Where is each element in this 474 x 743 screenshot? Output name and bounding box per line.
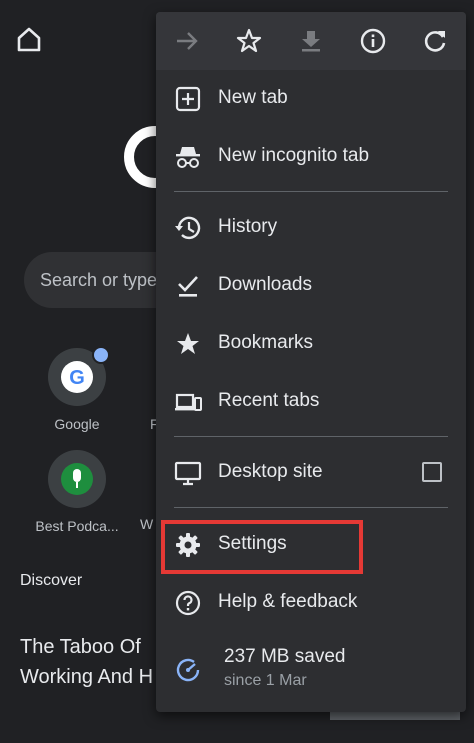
help-icon	[175, 590, 201, 616]
menu-item-label: New incognito tab	[218, 145, 370, 166]
menu-item-help-feedback[interactable]: Help & feedback	[156, 574, 466, 632]
shortcut-label-partial: W	[140, 516, 154, 532]
menu-item-downloads[interactable]: Downloads	[156, 257, 466, 315]
info-icon[interactable]	[358, 26, 388, 56]
menu-item-label: New tab	[218, 87, 288, 108]
menu-item-history[interactable]: History	[156, 199, 466, 257]
browser-menu: New tab New incognito tab History Downlo…	[156, 12, 466, 712]
history-icon	[175, 216, 201, 240]
menu-item-label: Recent tabs	[218, 390, 320, 411]
data-saved-amount: 237 MB saved	[224, 646, 346, 667]
shortcut-google[interactable]: G Google	[27, 346, 127, 432]
menu-divider	[174, 507, 448, 508]
refresh-icon[interactable]	[420, 26, 450, 56]
svg-text:G: G	[69, 367, 85, 389]
google-shortcut-icon: G	[48, 346, 110, 406]
forward-icon[interactable]	[172, 26, 202, 56]
verified-badge-icon	[92, 346, 110, 364]
bookmarks-icon	[177, 333, 199, 354]
menu-item-bookmarks[interactable]: Bookmarks	[156, 315, 466, 373]
menu-divider	[174, 191, 448, 192]
shortcut-podcasts[interactable]: Best Podca...	[27, 450, 127, 534]
download-icon[interactable]	[296, 26, 326, 56]
recent-tabs-icon	[175, 393, 202, 411]
menu-item-label: Downloads	[218, 274, 312, 295]
menu-item-label: Help & feedback	[218, 591, 358, 612]
incognito-icon	[176, 147, 200, 168]
data-saved-since: since 1 Mar	[224, 672, 307, 689]
home-icon[interactable]	[14, 24, 44, 54]
menu-item-recent-tabs[interactable]: Recent tabs	[156, 373, 466, 431]
desktop-site-checkbox[interactable]	[422, 462, 442, 482]
menu-toolbar	[156, 12, 466, 70]
desktop-icon	[174, 461, 202, 486]
discover-heading: Discover	[20, 572, 83, 589]
menu-item-label: Desktop site	[218, 461, 323, 482]
new-tab-icon	[175, 86, 201, 112]
search-placeholder: Search or type	[40, 270, 158, 290]
menu-item-data-saver[interactable]: 237 MB saved since 1 Mar	[156, 636, 466, 700]
downloads-icon	[178, 276, 198, 297]
star-icon[interactable]	[234, 26, 264, 56]
shortcut-label: Google	[54, 416, 100, 432]
menu-divider	[174, 436, 448, 437]
settings-highlight-box	[161, 520, 363, 574]
menu-item-desktop-site[interactable]: Desktop site	[156, 444, 466, 502]
menu-item-label: Bookmarks	[218, 332, 314, 353]
data-saver-gauge-icon	[176, 658, 200, 682]
podcasts-shortcut-icon	[48, 450, 106, 508]
menu-item-new-incognito-tab[interactable]: New incognito tab	[156, 128, 466, 186]
menu-item-label: History	[218, 216, 278, 237]
menu-item-new-tab[interactable]: New tab	[156, 70, 466, 128]
shortcut-label: Best Podca...	[35, 518, 119, 534]
